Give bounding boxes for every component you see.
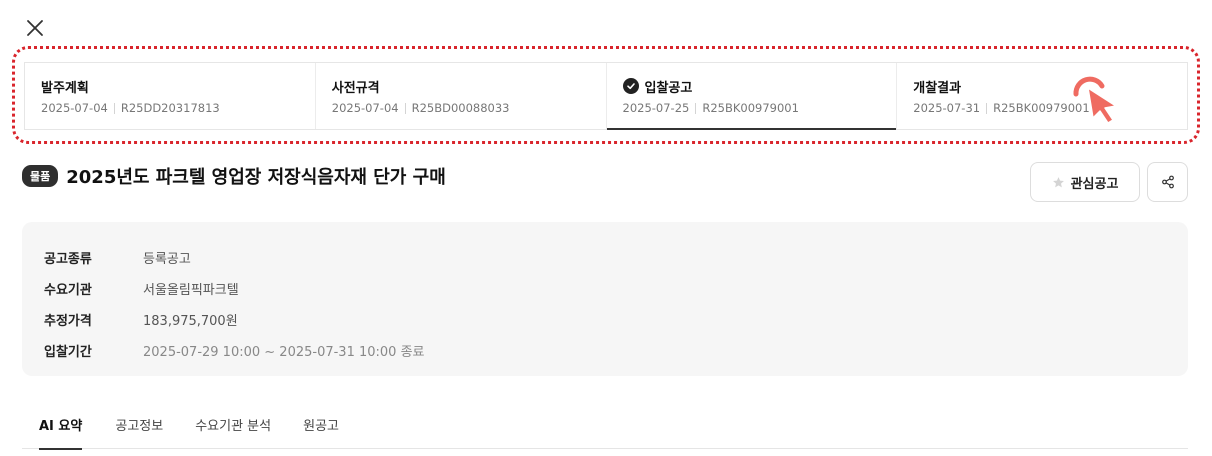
info-label: 입찰기간 — [44, 345, 92, 360]
info-value: 183,975,700원 — [143, 314, 238, 329]
info-row-notice-type: 공고종류 등록공고 — [44, 242, 1188, 273]
share-button[interactable] — [1147, 162, 1188, 202]
divider — [695, 102, 697, 114]
step-date: 2025-07-25 — [622, 101, 690, 115]
divider — [113, 102, 115, 114]
step-title: 사전규격 — [331, 80, 380, 96]
step-title: 개찰결과 — [913, 80, 962, 96]
info-label: 수요기관 — [44, 283, 92, 298]
tab-original-notice[interactable]: 원공고 — [303, 400, 339, 449]
divider — [986, 102, 988, 114]
notice-summary-box: 공고종류 등록공고 수요기관 서울올림픽파크텔 추정가격 183,975,700… — [22, 222, 1188, 376]
info-label: 추정가격 — [44, 314, 92, 329]
click-cursor-icon — [1073, 76, 1117, 124]
tab-notice-info[interactable]: 공고정보 — [115, 400, 163, 449]
close-icon — [27, 20, 43, 36]
tab-label: 공고정보 — [115, 419, 164, 434]
info-label: 공고종류 — [44, 252, 92, 267]
title-row: 물품 2025년도 파크텔 영업장 저장식음자재 단가 구매 — [22, 163, 446, 189]
step-date: 2025-07-04 — [331, 101, 399, 115]
favorite-button[interactable]: 관심공고 — [1030, 162, 1140, 202]
step-date: 2025-07-04 — [41, 101, 108, 115]
step-bid-notice[interactable]: 입찰공고 2025-07-25 R25BK00979001 — [606, 63, 898, 130]
info-value: 2025-07-29 10:00 ~ 2025-07-31 10:00 종료 — [143, 345, 425, 360]
close-button[interactable] — [24, 17, 46, 39]
info-row-estimated-price: 추정가격 183,975,700원 — [44, 304, 1188, 335]
tab-ai-summary[interactable]: AI 요약 — [39, 400, 83, 450]
info-value: 서울올림픽파크텔 — [143, 283, 239, 298]
category-badge: 물품 — [22, 165, 59, 187]
step-title: 발주계획 — [41, 80, 89, 96]
step-code: R25BK00979001 — [702, 101, 799, 115]
info-value: 등록공고 — [143, 252, 191, 267]
info-row-demand-agency: 수요기관 서울올림픽파크텔 — [44, 273, 1188, 304]
tab-agency-analysis[interactable]: 수요기관 분석 — [195, 400, 271, 449]
tab-label: 수요기관 분석 — [195, 419, 272, 434]
step-code: R25BD00088033 — [411, 101, 510, 115]
star-icon — [1052, 176, 1064, 187]
step-bid-result[interactable]: 개찰결과 2025-07-31 R25BK00979001 — [897, 63, 1187, 129]
content-tabs: AI 요약 공고정보 수요기관 분석 원공고 — [22, 400, 1188, 450]
step-date: 2025-07-31 — [913, 101, 981, 115]
step-code: R25DD20317813 — [120, 101, 220, 115]
page-title: 2025년도 파크텔 영업장 저장식음자재 단가 구매 — [66, 167, 446, 188]
share-icon — [1161, 175, 1174, 189]
tab-label: AI 요약 — [39, 419, 83, 434]
step-title: 입찰공고 — [644, 80, 693, 96]
divider — [404, 102, 406, 114]
info-row-bid-period: 입찰기간 2025-07-29 10:00 ~ 2025-07-31 10:00… — [44, 335, 1188, 366]
favorite-button-label: 관심공고 — [1070, 176, 1119, 192]
check-circle-icon — [622, 78, 639, 94]
step-order-plan[interactable]: 발주계획 2025-07-04 R25DD20317813 — [25, 63, 316, 129]
procurement-steps: 발주계획 2025-07-04 R25DD20317813 사전규격 2025-… — [24, 62, 1188, 130]
step-pre-spec[interactable]: 사전규격 2025-07-04 R25BD00088033 — [316, 63, 607, 129]
tab-label: 원공고 — [303, 419, 339, 434]
